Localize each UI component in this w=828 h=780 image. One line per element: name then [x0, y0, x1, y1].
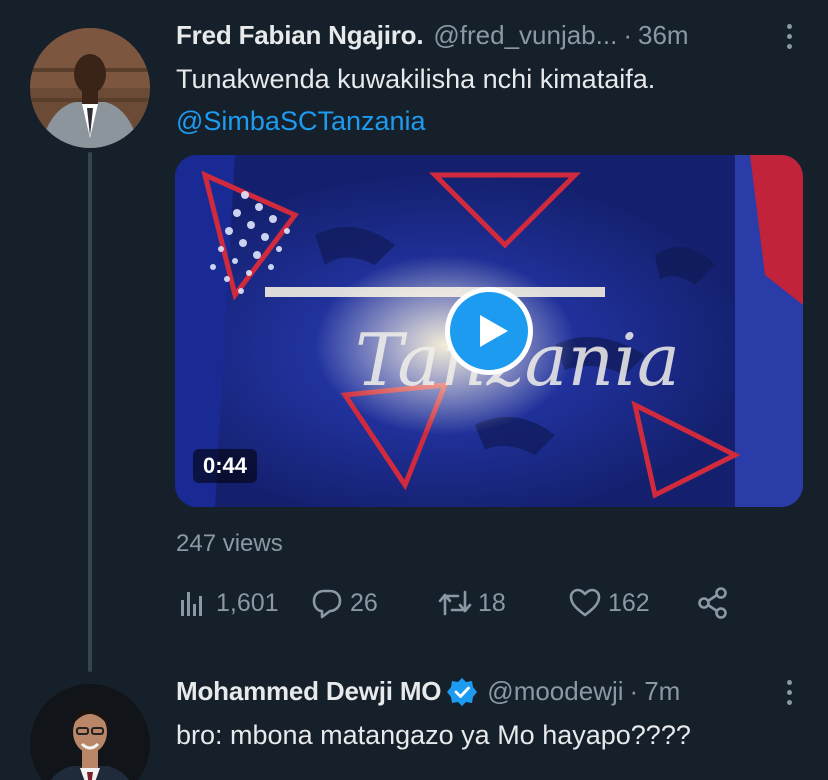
- tweet-header: Fred Fabian Ngajiro. @fred_vunjab... · 3…: [176, 20, 689, 51]
- retweet-icon: [438, 590, 472, 616]
- reply-icon: [312, 589, 342, 619]
- play-icon: [480, 315, 508, 347]
- action-bar: 1,601 26 18 162: [176, 586, 736, 626]
- tweet-header: Mohammed Dewji MO @moodewji · 7m: [176, 676, 680, 707]
- avatar-fred[interactable]: [30, 28, 150, 148]
- tweet-text: Tunakwenda kuwakilisha nchi kimataifa.: [176, 64, 656, 94]
- share-icon: [698, 587, 727, 619]
- view-count: 247 views: [176, 530, 283, 557]
- reply-count: 26: [350, 588, 378, 617]
- like-count: 162: [608, 588, 650, 617]
- share-button[interactable]: [696, 586, 730, 620]
- like-icon: [569, 588, 601, 617]
- mention-link[interactable]: @SimbaSCTanzania: [176, 106, 426, 137]
- more-icon[interactable]: [784, 680, 794, 705]
- reply-button[interactable]: 26: [310, 586, 378, 620]
- avatar-mohammed[interactable]: [30, 684, 150, 780]
- author-name[interactable]: Mohammed Dewji MO: [176, 676, 441, 707]
- avatar-image: [30, 684, 150, 780]
- timestamp[interactable]: 36m: [638, 20, 689, 51]
- author-handle[interactable]: @moodewji: [487, 676, 623, 707]
- analytics-icon: [181, 592, 202, 616]
- avatar-image: [30, 28, 150, 148]
- analytics-count: 1,601: [216, 588, 279, 617]
- video-duration: 0:44: [193, 449, 258, 483]
- author-handle[interactable]: @fred_vunjab...: [433, 20, 617, 51]
- separator-dot: ·: [629, 676, 639, 706]
- more-icon[interactable]: [784, 24, 794, 49]
- play-button[interactable]: [445, 287, 533, 375]
- tweet-text: bro: mbona matangazo ya Mo hayapo????: [176, 720, 691, 750]
- retweet-button[interactable]: 18: [438, 586, 506, 620]
- retweet-count: 18: [478, 588, 506, 617]
- like-button[interactable]: 162: [568, 586, 650, 620]
- analytics-button[interactable]: 1,601: [176, 586, 279, 620]
- verified-badge-icon: [447, 677, 478, 706]
- separator-dot: ·: [623, 20, 632, 50]
- video-player[interactable]: Tanzania 0:44: [175, 155, 803, 507]
- author-name[interactable]: Fred Fabian Ngajiro.: [176, 20, 424, 51]
- thread-connector-line: [88, 152, 92, 672]
- timestamp[interactable]: 7m: [644, 676, 680, 707]
